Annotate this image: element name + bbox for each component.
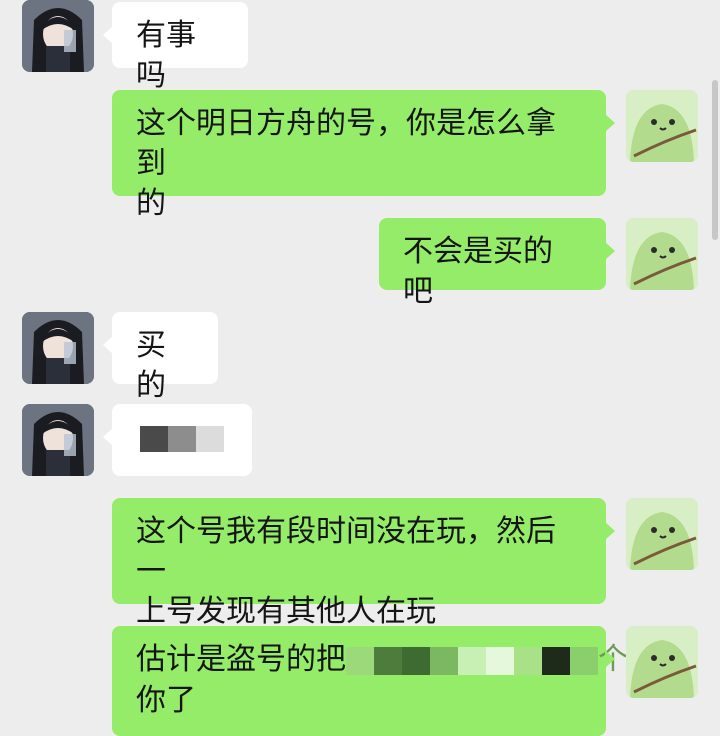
contact-avatar-icon[interactable] [22,312,94,384]
message-bubble-incoming-redacted[interactable] [103,404,252,476]
message-text: 买的 [136,328,166,403]
message-bubble-outgoing[interactable]: 这个明日方舟的号，你是怎么拿到 的 [112,90,615,221]
self-avatar-icon[interactable] [626,218,698,290]
message-text-line: 你了 [136,682,196,718]
contact-avatar-icon[interactable] [22,0,94,72]
pixelated-redaction [346,641,598,681]
message-text: 有事吗 [136,18,196,93]
message-bubble-outgoing[interactable]: 这个号我有段时间没在玩，然后一 上号发现有其他人在玩 [112,498,615,629]
message-text-line: 这个号我有段时间没在玩，然后一 [136,514,556,589]
message-text: 不会是买的吧 [403,234,553,309]
message-bubble-incoming[interactable]: 有事吗 [103,2,248,93]
message-bubble-incoming[interactable]: 买的 [103,312,218,403]
message-text-line: 这个明日方舟的号，你是怎么拿到 [136,106,556,181]
scrollbar[interactable] [712,80,718,240]
message-bubble-outgoing[interactable]: 不会是买的吧 [379,218,615,309]
self-avatar-icon[interactable] [626,498,698,570]
self-avatar-icon[interactable] [626,90,698,162]
message-text-visible: 估计是盗号的把 [136,642,346,677]
self-avatar-icon[interactable] [626,626,698,698]
contact-avatar-icon[interactable] [22,404,94,476]
message-text-line: 估计是盗号的把 个 [136,640,628,681]
message-text-tail: 个 [598,642,628,677]
message-bubble-outgoing[interactable]: 估计是盗号的把 个 你了 [112,626,628,736]
pixelated-redaction [140,426,224,452]
